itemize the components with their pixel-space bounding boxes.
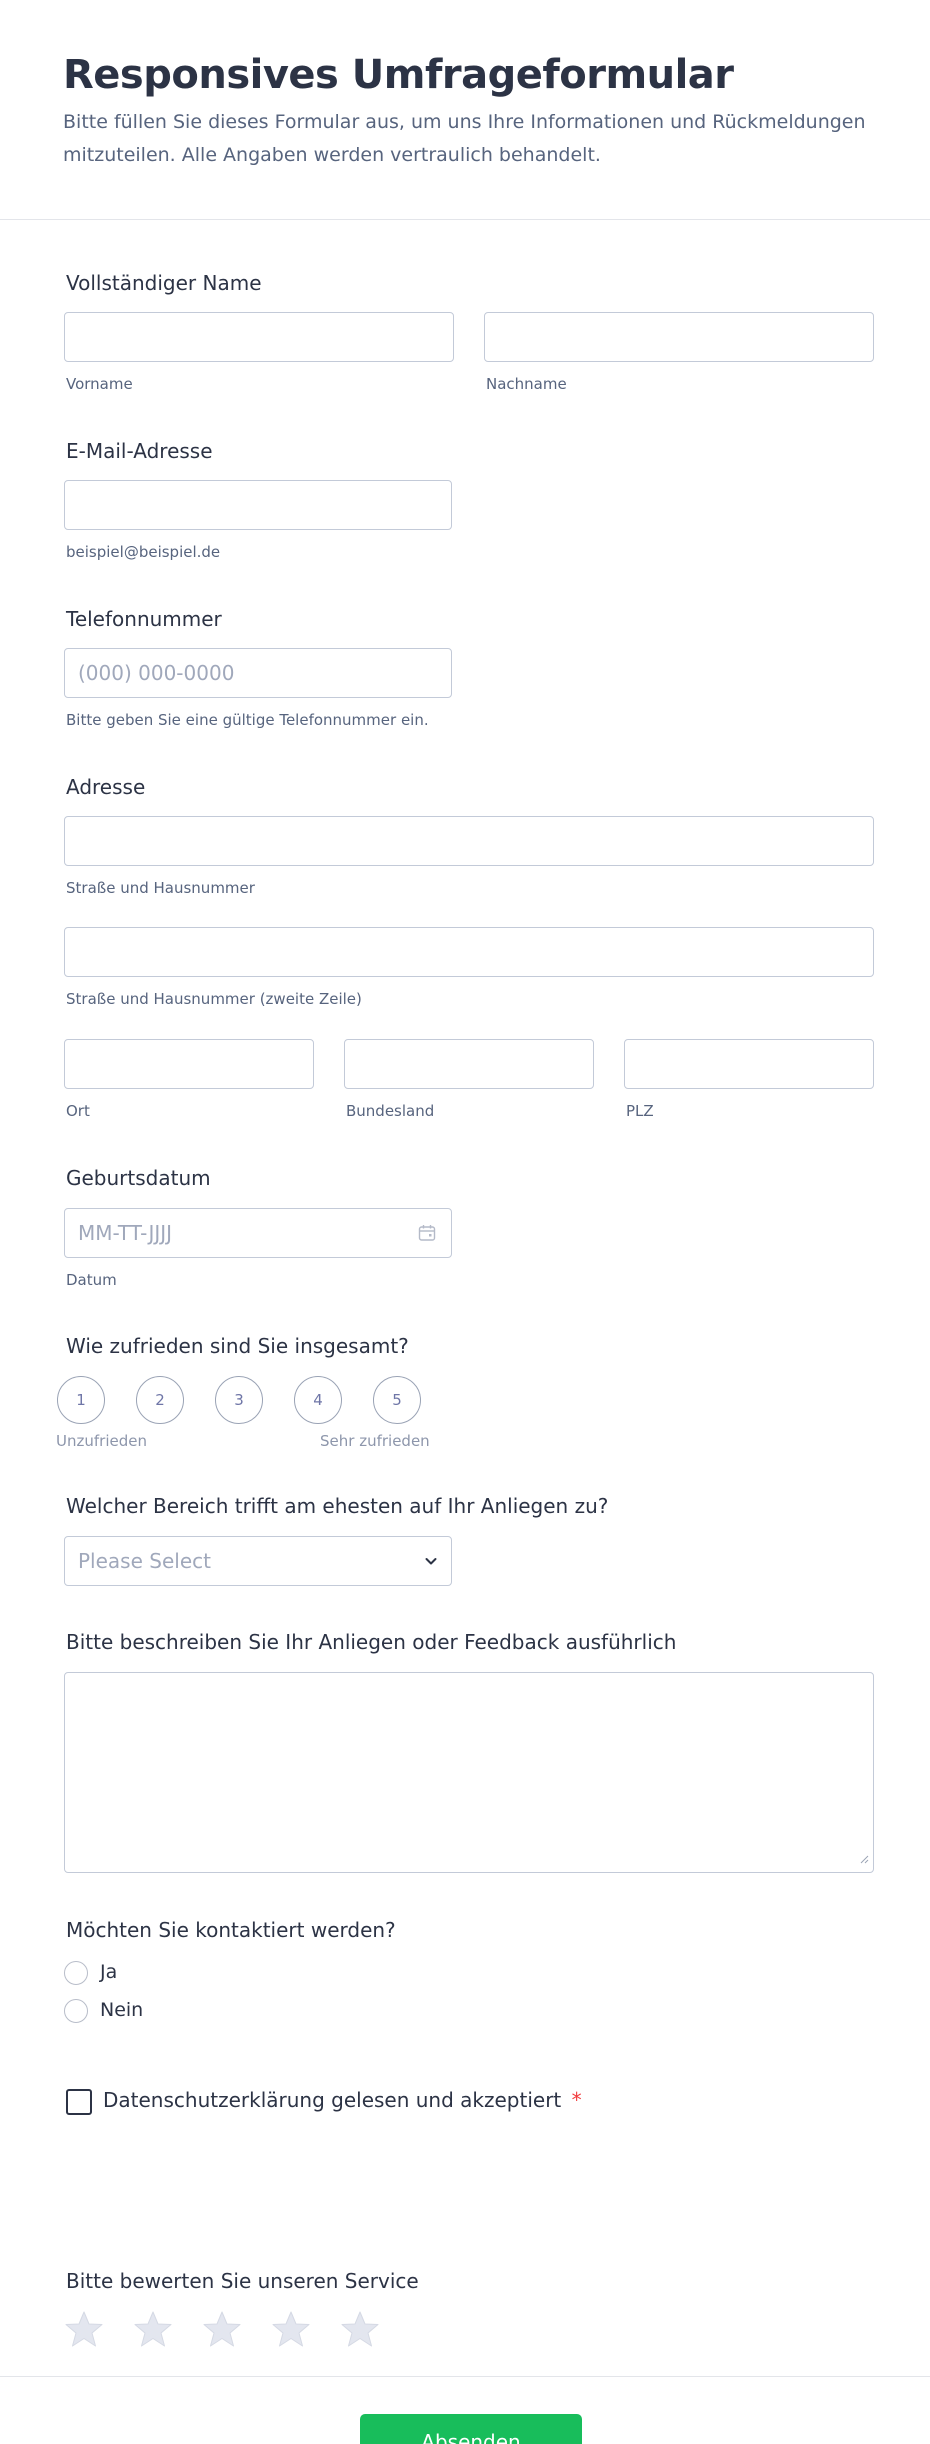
- star-3-icon[interactable]: [202, 2309, 242, 2349]
- satisfaction-label: Wie zufrieden sind Sie insgesamt?: [66, 1334, 409, 1358]
- scale-option-5[interactable]: 5: [373, 1376, 421, 1424]
- last-name-input[interactable]: [484, 312, 874, 362]
- privacy-row[interactable]: Datenschutzerklärung gelesen und akzepti…: [103, 2088, 582, 2112]
- rating-label: Bitte bewerten Sie unseren Service: [66, 2269, 419, 2293]
- last-name-sublabel: Nachname: [486, 375, 567, 393]
- phone-label: Telefonnummer: [66, 607, 222, 631]
- scale-high-label: Sehr zufrieden: [320, 1432, 430, 1450]
- header-divider: [0, 219, 930, 220]
- star-4-icon[interactable]: [271, 2309, 311, 2349]
- street-input[interactable]: [64, 816, 874, 866]
- state-input[interactable]: [344, 1039, 594, 1089]
- contact-radio-yes[interactable]: [64, 1961, 88, 1985]
- name-label: Vollständiger Name: [66, 271, 262, 295]
- scale-option-1[interactable]: 1: [57, 1376, 105, 1424]
- calendar-icon[interactable]: [417, 1223, 437, 1247]
- birthdate-placeholder: MM-TT-JJJJ: [78, 1221, 173, 1245]
- scale-option-2[interactable]: 2: [136, 1376, 184, 1424]
- footer-divider: [0, 2376, 930, 2377]
- birthdate-label: Geburtsdatum: [66, 1166, 211, 1190]
- city-sublabel: Ort: [66, 1102, 90, 1120]
- feedback-label: Bitte beschreiben Sie Ihr Anliegen oder …: [66, 1630, 677, 1654]
- email-label: E-Mail-Adresse: [66, 439, 213, 463]
- birthdate-input[interactable]: MM-TT-JJJJ: [64, 1208, 452, 1258]
- phone-placeholder: (000) 000-0000: [78, 661, 235, 685]
- address-label: Adresse: [66, 775, 146, 799]
- star-rating: [64, 2309, 404, 2349]
- zip-input[interactable]: [624, 1039, 874, 1089]
- resize-handle-icon[interactable]: [859, 1849, 869, 1868]
- street-sublabel: Straße und Hausnummer: [66, 879, 255, 897]
- first-name-input[interactable]: [64, 312, 454, 362]
- zip-sublabel: PLZ: [626, 1102, 654, 1120]
- state-sublabel: Bundesland: [346, 1102, 435, 1120]
- form-description: Bitte füllen Sie dieses Formular aus, um…: [63, 111, 866, 166]
- first-name-sublabel: Vorname: [66, 375, 133, 393]
- star-2-icon[interactable]: [133, 2309, 173, 2349]
- star-5-icon[interactable]: [340, 2309, 380, 2349]
- street2-input[interactable]: [64, 927, 874, 977]
- form-title: Responsives Umfrageformular: [63, 52, 734, 98]
- privacy-label[interactable]: Datenschutzerklärung gelesen und akzepti…: [103, 2088, 561, 2112]
- feedback-textarea[interactable]: [64, 1672, 874, 1873]
- category-select[interactable]: Please Select: [64, 1536, 452, 1586]
- email-input[interactable]: [64, 480, 452, 530]
- privacy-checkbox[interactable]: [66, 2089, 92, 2115]
- star-1-icon[interactable]: [64, 2309, 104, 2349]
- street2-sublabel: Straße und Hausnummer (zweite Zeile): [66, 990, 362, 1008]
- phone-input[interactable]: (000) 000-0000: [64, 648, 452, 698]
- email-sublabel: beispiel@beispiel.de: [66, 543, 221, 561]
- scale-option-3[interactable]: 3: [215, 1376, 263, 1424]
- chevron-down-icon: [423, 1553, 439, 1573]
- required-asterisk: *: [571, 2088, 582, 2112]
- scale-option-4[interactable]: 4: [294, 1376, 342, 1424]
- birthdate-sublabel: Datum: [66, 1271, 117, 1289]
- contact-option-yes[interactable]: Ja: [100, 1961, 117, 1983]
- submit-button[interactable]: Absenden: [360, 2414, 582, 2444]
- phone-sublabel: Bitte geben Sie eine gültige Telefonnumm…: [66, 711, 429, 729]
- city-input[interactable]: [64, 1039, 314, 1089]
- contact-option-no[interactable]: Nein: [100, 1999, 143, 2021]
- contact-label: Möchten Sie kontaktiert werden?: [66, 1918, 396, 1942]
- category-label: Welcher Bereich trifft am ehesten auf Ih…: [66, 1494, 609, 1518]
- category-placeholder: Please Select: [78, 1549, 211, 1573]
- contact-radio-no[interactable]: [64, 1999, 88, 2023]
- scale-low-label: Unzufrieden: [56, 1432, 147, 1450]
